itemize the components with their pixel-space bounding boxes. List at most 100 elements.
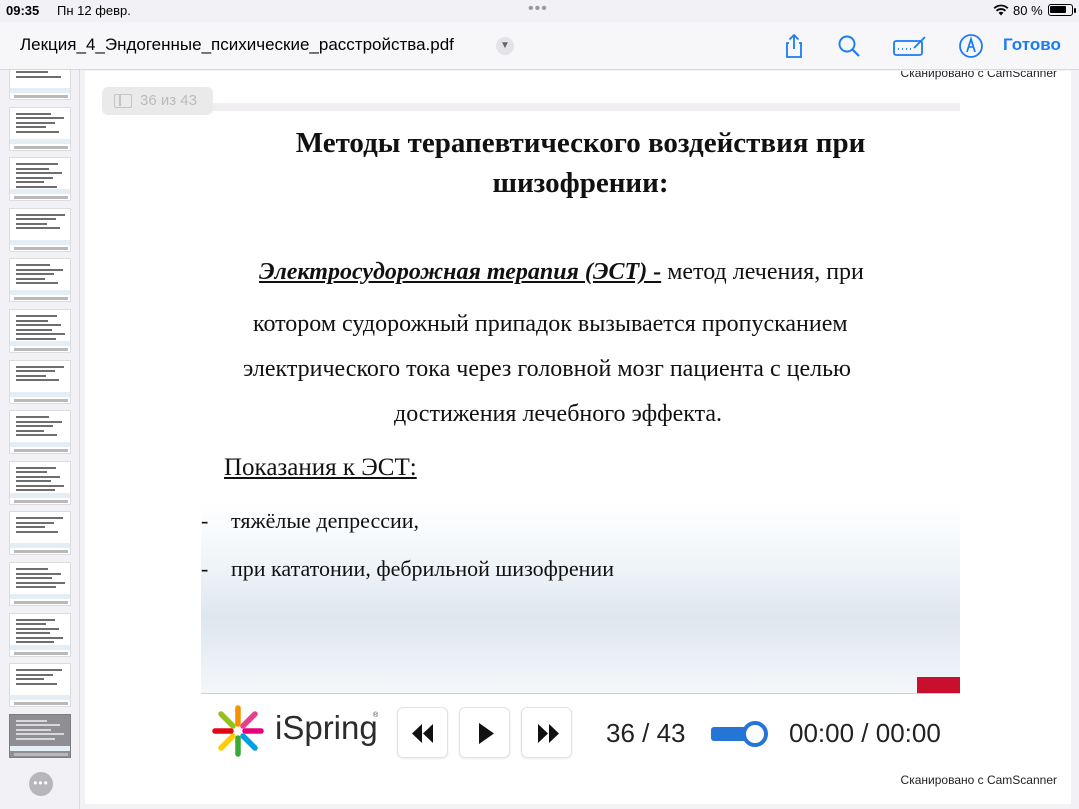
thumbnail-player-bar: [14, 246, 68, 250]
page-thumbnail[interactable]: [9, 713, 71, 758]
registered-mark: ®: [373, 712, 379, 719]
fast-forward-button[interactable]: [521, 707, 572, 758]
thumbnail-line: [16, 682, 57, 685]
bullet-item-1: - тяжёлые депрессии,: [201, 508, 419, 534]
thumbnail-line: [16, 277, 45, 280]
thumbnail-line: [16, 185, 57, 188]
page-thumbnail[interactable]: [9, 207, 71, 252]
thumbnail-line: [16, 222, 47, 225]
status-bar: 09:35 Пн 12 февр. ••• 80 %: [0, 0, 1079, 22]
thumbnail-line: [16, 319, 48, 322]
definition-rest: метод лечения, при: [661, 259, 864, 285]
thumbnail-line: [16, 370, 55, 373]
thumbnail-line: [16, 489, 55, 492]
thumbnail-player-bar: [14, 601, 68, 604]
thumbnail-line: [16, 365, 64, 368]
audio-toggle[interactable]: [711, 721, 768, 747]
thumbnail-band: [10, 745, 70, 751]
page-thumbnail[interactable]: [9, 106, 71, 151]
thumbnail-line: [16, 130, 59, 133]
toggle-knob[interactable]: [742, 721, 768, 747]
bullet-dash: -: [201, 556, 209, 581]
thumbnail-line: [16, 315, 57, 317]
page-thumbnail[interactable]: [9, 410, 71, 455]
thumbnail-line: [16, 429, 44, 432]
page-thumbnail[interactable]: [9, 359, 71, 404]
share-icon[interactable]: [780, 32, 808, 60]
thumbnail-line: [16, 176, 53, 179]
page-thumbnail[interactable]: [9, 70, 71, 100]
pencil-tip-icon[interactable]: [957, 32, 985, 60]
thumbnail-player-bar: [14, 449, 68, 453]
document-title[interactable]: Лекция_4_Эндогенные_психические_расстрой…: [20, 35, 454, 55]
thumbnail-band: [10, 290, 70, 296]
thumbnail-line: [16, 282, 58, 285]
bullet-text: при кататонии, фебрильной шизофрении: [231, 556, 614, 581]
page-thumbnail[interactable]: [9, 562, 71, 606]
thumbnail-band: [10, 88, 70, 93]
page-thumbnail[interactable]: [9, 258, 71, 303]
thumbnail-band: [10, 695, 70, 701]
indications-heading: Показания к ЭСТ:: [224, 454, 417, 481]
thumbnail-line: [16, 673, 53, 676]
page-thumbnail[interactable]: [9, 663, 71, 708]
thumbnail-line: [16, 218, 56, 221]
thumbnail-band: [10, 189, 70, 195]
thumbnail-band: [10, 644, 70, 650]
thumbnail-player-bar: [14, 145, 68, 149]
thumbnail-line: [16, 328, 52, 331]
fast-forward-icon: [538, 724, 559, 743]
thumbnail-line: [16, 636, 63, 639]
thumbnail-line: [16, 526, 45, 529]
slide-title: Методы терапевтического воздействия при …: [211, 123, 950, 203]
thumbnail-line: [16, 416, 49, 419]
page-thumbnail[interactable]: [9, 511, 71, 556]
page-thumbnail[interactable]: [9, 460, 71, 505]
chevron-down-icon[interactable]: ▼: [496, 37, 514, 55]
thumbnail-player-bar: [14, 651, 68, 655]
thumbnail-line: [16, 126, 46, 129]
thumbnail-line: [16, 71, 48, 73]
sidebar-toggle-icon: [114, 94, 132, 108]
thumbnail-line: [16, 466, 56, 469]
bullet-item-2: - при кататонии, фебрильной шизофрении: [201, 556, 614, 582]
definition-line2: котором судорожный припадок вызывается п…: [253, 311, 848, 337]
page-indicator-text: 36 из 43: [140, 92, 197, 109]
definition-line1: Электросудорожная терапия (ЭСТ) - метод …: [259, 259, 864, 286]
thumbnail-line: [16, 577, 52, 579]
thumbnail-player-bar: [14, 499, 68, 503]
thumbnail-line: [16, 181, 44, 184]
camscanner-watermark-top: Сканировано с CamScanner: [900, 71, 1057, 80]
thumbnail-line: [16, 724, 60, 727]
page-thumbnail[interactable]: [9, 612, 71, 657]
thumbnail-player-bar: [14, 95, 68, 98]
rewind-button[interactable]: [397, 707, 448, 758]
slide-top-stripe: [201, 103, 960, 111]
thumbnail-line: [16, 163, 58, 166]
thumbnail-band: [10, 492, 70, 498]
thumbnail-line: [16, 728, 51, 731]
thumbnail-line: [16, 227, 60, 230]
done-button[interactable]: Готово: [1003, 35, 1061, 55]
page-thumbnail[interactable]: [9, 157, 71, 202]
search-icon[interactable]: [835, 32, 863, 60]
thumbnail-line: [16, 632, 50, 635]
bullet-text: тяжёлые депрессии,: [231, 508, 420, 533]
slide: Методы терапевтического воздействия при …: [201, 103, 960, 694]
thumbnail-band: [10, 543, 70, 549]
multitasking-dots-icon[interactable]: •••: [528, 0, 548, 18]
thumbnail-line: [16, 480, 51, 483]
markup-icon[interactable]: [892, 32, 928, 60]
more-options-button[interactable]: •••: [29, 772, 53, 796]
thumbnail-player-bar: [14, 550, 68, 554]
thumbnail-line: [16, 517, 63, 520]
thumbnail-sidebar[interactable]: •••: [0, 70, 80, 809]
thumbnail-line: [16, 581, 65, 584]
pdf-page: Сканировано с CamScanner Методы терапевт…: [85, 71, 1071, 804]
thumbnail-line: [16, 167, 49, 170]
play-button[interactable]: [459, 707, 510, 758]
thumbnail-band: [10, 594, 70, 599]
page-thumbnail[interactable]: [9, 309, 71, 353]
thumbnail-line: [16, 530, 58, 533]
thumbnail-line: [16, 623, 46, 626]
